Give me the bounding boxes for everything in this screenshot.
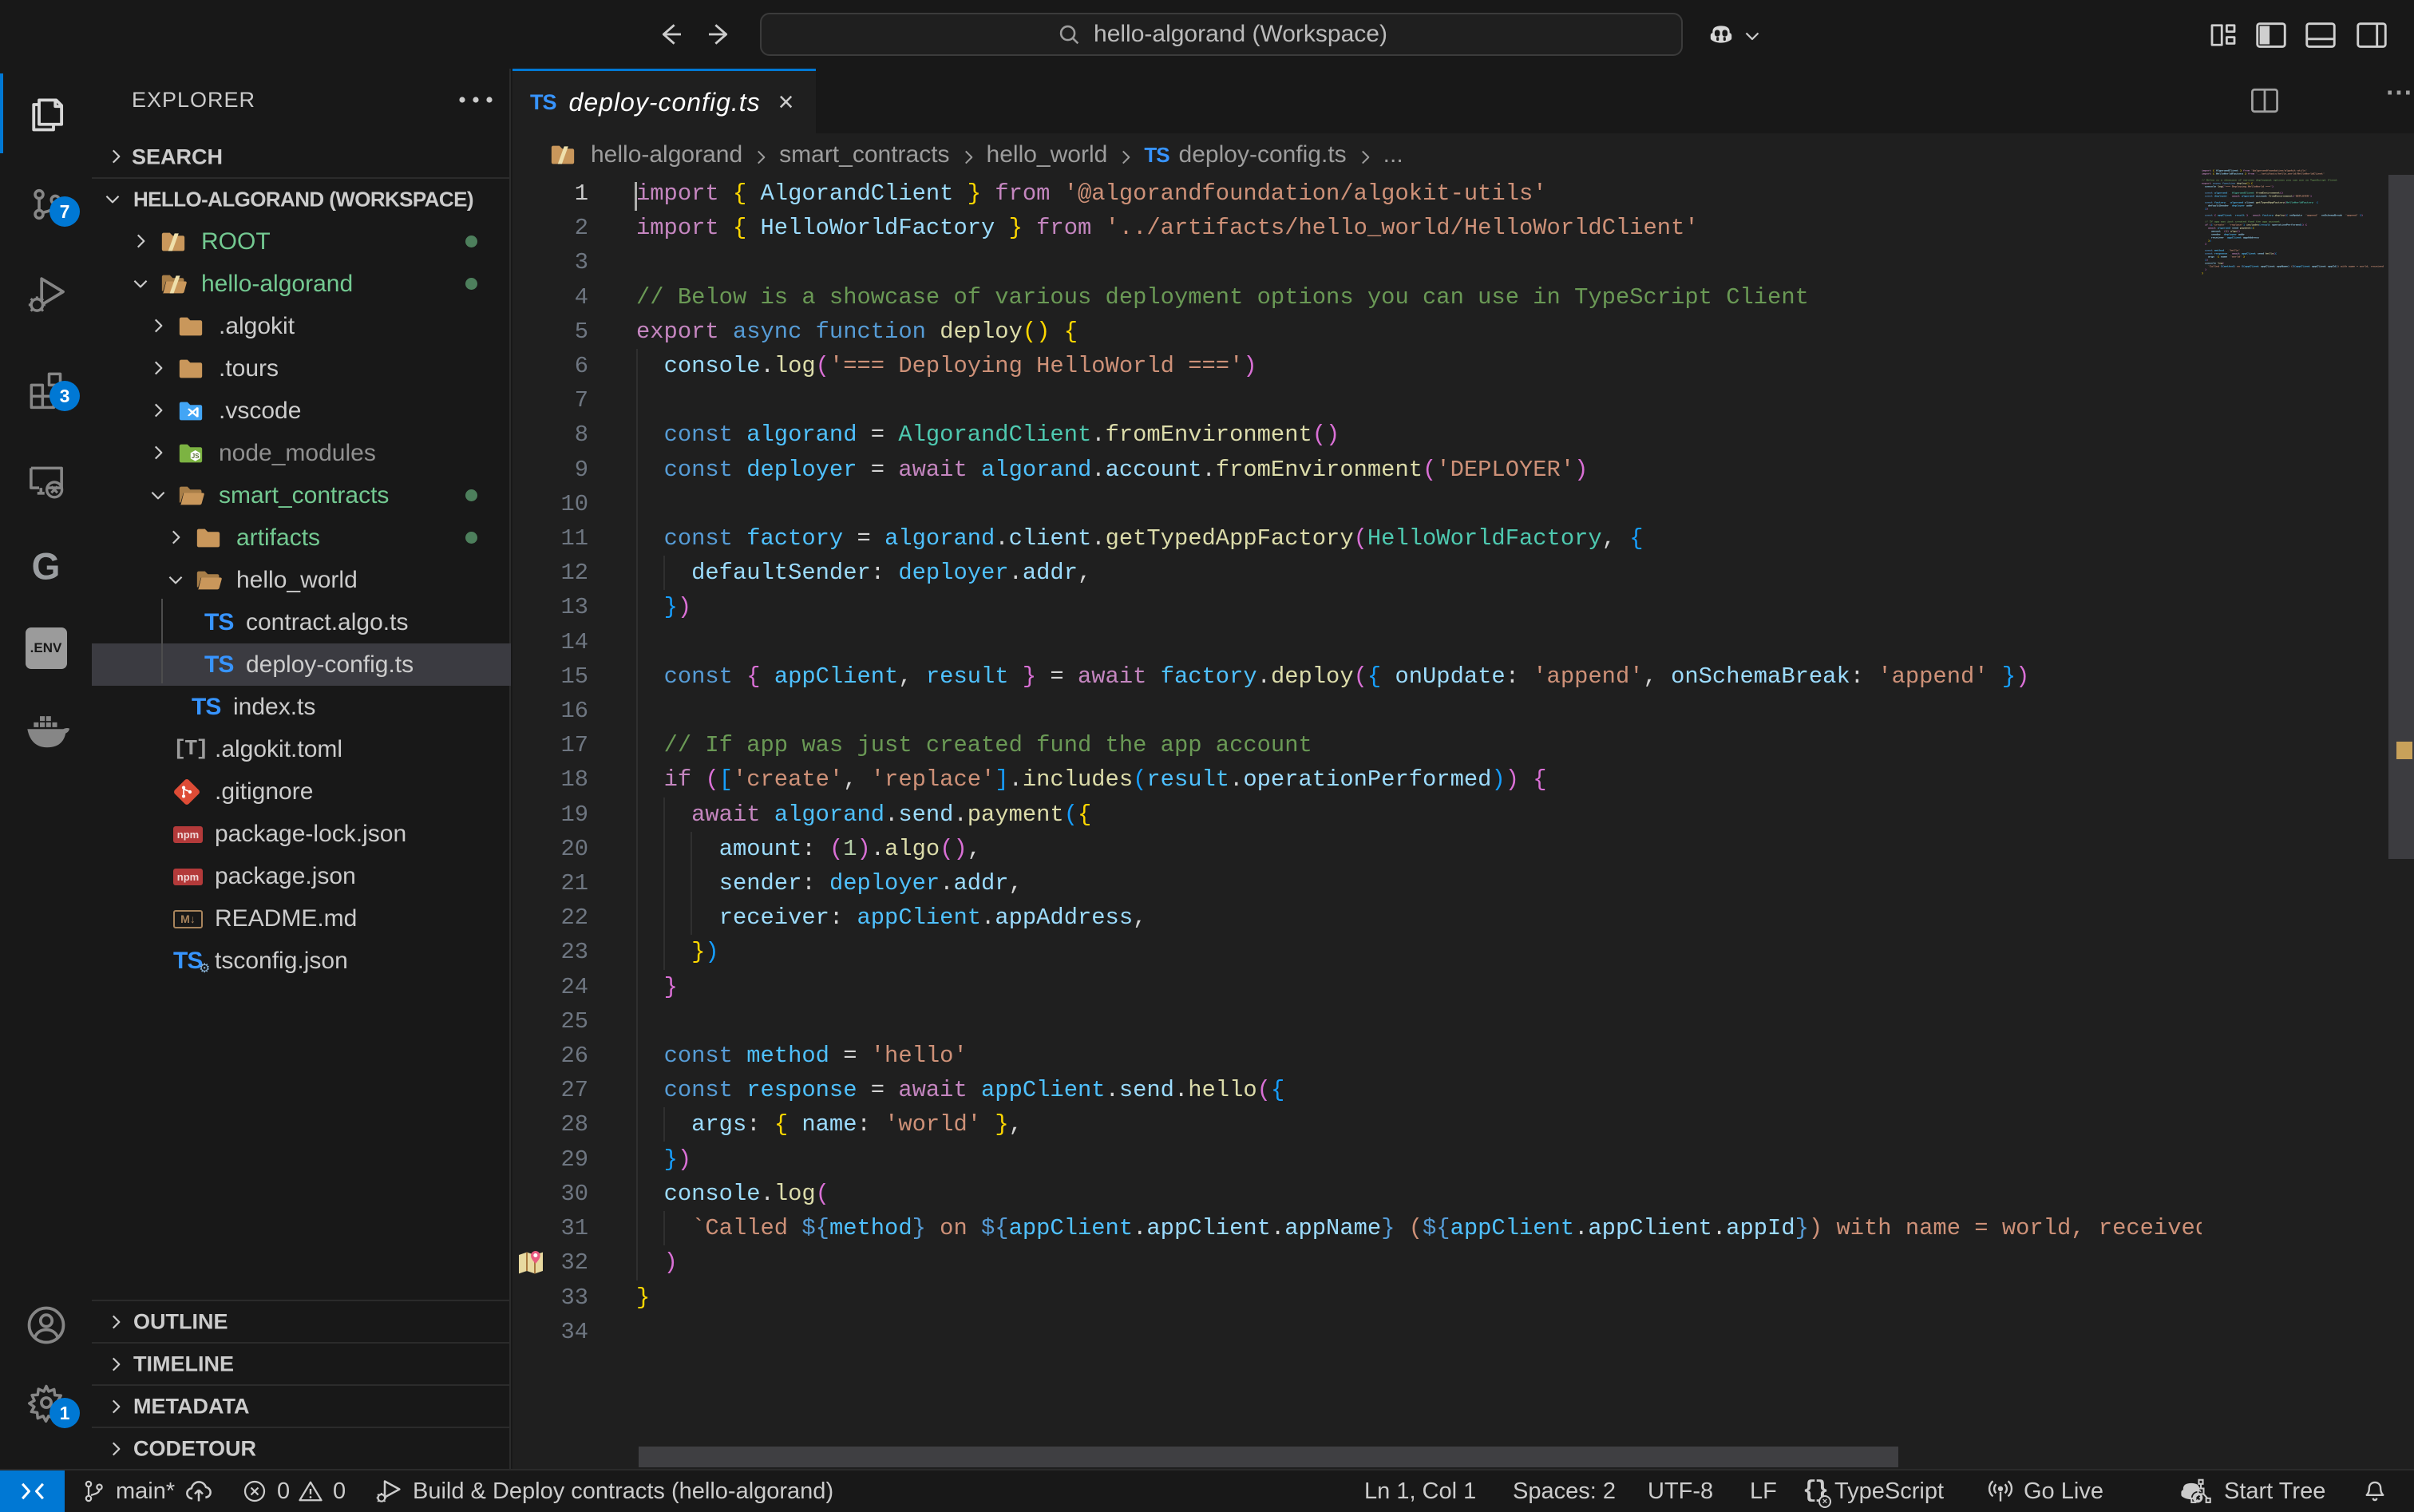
svg-text:JS: JS bbox=[192, 453, 200, 460]
